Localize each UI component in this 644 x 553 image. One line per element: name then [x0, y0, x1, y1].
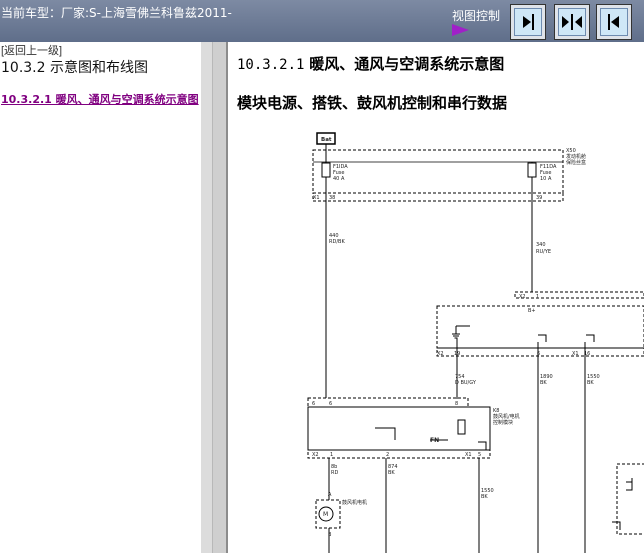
svg-text:保险丝盒: 保险丝盒 [566, 159, 586, 166]
svg-text:38: 38 [329, 195, 335, 201]
svg-text:BK: BK [587, 380, 594, 386]
svg-text:340: 340 [536, 242, 546, 248]
svg-text:1: 1 [536, 294, 539, 300]
svg-text:RD: RD [331, 470, 338, 476]
wiring-diagram[interactable]: Bat F1IDA Fuse 40 A F11DA Fuse 10 A X50 … [228, 120, 644, 553]
svg-text:控制模块: 控制模块 [493, 419, 513, 426]
svg-text:1: 1 [330, 452, 333, 458]
svg-text:鼓风机/电机: 鼓风机/电机 [493, 413, 520, 420]
svg-text:X1: X1 [465, 452, 472, 458]
svg-text:6: 6 [312, 401, 315, 407]
svg-text:39: 39 [536, 195, 542, 201]
svg-text:X1: X1 [572, 351, 579, 357]
battery-label: Bat [321, 137, 332, 143]
svg-text:2: 2 [386, 452, 389, 458]
top-bar: 当前车型：厂家:S-上海雪佛兰科鲁兹2011- 视图控制 [0, 0, 644, 42]
show-left-pane-button[interactable] [596, 4, 632, 40]
fuse-block-outline [312, 149, 564, 194]
page-title-number: 10.3.2.1 [237, 57, 305, 73]
navigation-pane [0, 42, 201, 553]
svg-text:RD/BK: RD/BK [329, 239, 345, 245]
svg-text:D BU/GY: D BU/GY [455, 380, 477, 386]
arrow-left-to-bar-icon [608, 14, 619, 30]
svg-text:5: 5 [478, 452, 481, 458]
sidebar-item-hvac-schematic[interactable]: 10.3.2.1 暖风、通风与空调系统示意图 [1, 93, 199, 107]
section-title: 10.3.2 示意图和布线图 [1, 60, 148, 76]
show-right-pane-button[interactable] [510, 4, 546, 40]
back-link[interactable]: [返回上一级] [1, 42, 62, 58]
diagram-subtitle: 模块电源、搭铁、鼓风机控制和串行数据 [237, 94, 508, 112]
view-control-label: 视图控制 [452, 9, 501, 23]
svg-text:A: A [328, 492, 332, 498]
svg-text:X2: X2 [312, 452, 319, 458]
svg-text:X1: X1 [313, 195, 320, 201]
fuse-left [321, 162, 331, 178]
svg-text:40 A: 40 A [333, 176, 345, 182]
fuse-right [527, 162, 537, 178]
svg-text:BK: BK [481, 494, 488, 500]
svg-text:10 A: 10 A [540, 176, 552, 182]
svg-text:X2: X2 [437, 351, 444, 357]
svg-text:发动机舱: 发动机舱 [566, 153, 586, 160]
svg-text:B+: B+ [528, 308, 536, 314]
svg-text:X2: X2 [519, 294, 526, 300]
svg-text:6: 6 [537, 351, 540, 357]
svg-text:BK: BK [388, 470, 395, 476]
svg-text:FN: FN [430, 437, 439, 444]
page-title-text: 暖风、通风与空调系统示意图 [309, 55, 505, 73]
pane-splitter[interactable] [201, 42, 228, 553]
svg-text:BK: BK [540, 380, 547, 386]
svg-text:M: M [323, 511, 328, 518]
car-model-title: 当前车型：厂家:S-上海雪佛兰科鲁兹2011- [1, 6, 232, 20]
pointer-arrow-icon [452, 24, 469, 36]
svg-text:8: 8 [455, 401, 458, 407]
svg-text:6: 6 [329, 401, 332, 407]
arrow-right-to-bar-icon [523, 14, 534, 30]
split-arrows-icon [562, 14, 582, 30]
split-view-button[interactable] [554, 4, 590, 40]
svg-text:RU/YE: RU/YE [536, 249, 551, 255]
svg-text:鼓风机电机: 鼓风机电机 [342, 499, 367, 506]
page-title: 10.3.2.1 暖风、通风与空调系统示意图 [237, 53, 504, 74]
